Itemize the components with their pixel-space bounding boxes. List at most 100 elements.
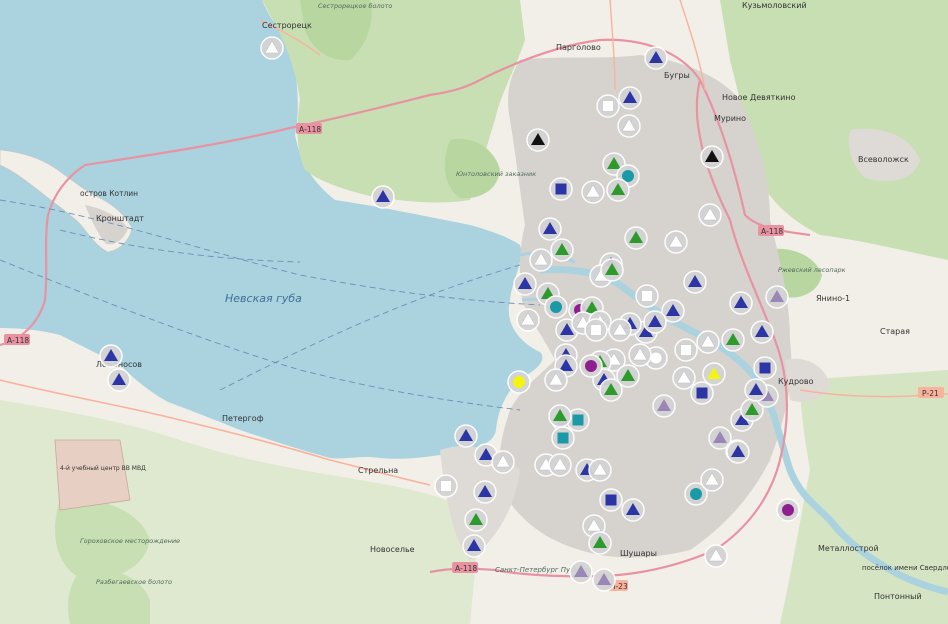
map-marker-white-triangle[interactable] xyxy=(581,180,605,204)
marker-circle-icon xyxy=(649,351,663,365)
place-label-kudrovo: Кудрово xyxy=(778,377,814,386)
road-shield-a118-east: А-118 xyxy=(758,225,784,236)
map-marker-navy-triangle[interactable] xyxy=(538,217,562,241)
marker-circle-icon xyxy=(550,301,562,313)
place-label-gorokhovskoye: Гороховское месторождение xyxy=(80,537,180,545)
map-marker-white-triangle[interactable] xyxy=(588,458,612,482)
marker-square-icon xyxy=(440,480,452,492)
marker-square-icon xyxy=(641,290,653,302)
map-marker-navy-triangle[interactable] xyxy=(107,368,131,392)
map-marker-white-triangle[interactable] xyxy=(548,453,572,477)
map-marker-navy-triangle[interactable] xyxy=(750,320,774,344)
marker-square-icon xyxy=(557,432,569,444)
road-shield-a118-west: А-118 xyxy=(4,334,30,345)
map-marker-green-triangle[interactable] xyxy=(588,531,612,555)
map-marker-navy-square[interactable] xyxy=(753,356,777,380)
place-label-kronshtadt: Кронштадт xyxy=(96,214,144,223)
map-marker-teal-circle[interactable] xyxy=(544,295,568,319)
map-marker-white-triangle[interactable] xyxy=(628,343,652,367)
place-label-sverdlova: посёлок имени Свердлова xyxy=(862,564,948,572)
place-label-pargolovo: Парголово xyxy=(556,43,601,52)
map-marker-white-triangle[interactable] xyxy=(516,308,540,332)
map-marker-white-triangle[interactable] xyxy=(544,368,568,392)
map-marker-white-triangle[interactable] xyxy=(608,318,632,342)
road-shield-r21: Р-21 xyxy=(918,387,944,398)
map-marker-navy-triangle[interactable] xyxy=(99,344,123,368)
map-marker-white-triangle[interactable] xyxy=(698,203,722,227)
map-marker-black-triangle[interactable] xyxy=(526,128,550,152)
map-marker-white-triangle[interactable] xyxy=(696,330,720,354)
map-marker-white-triangle[interactable] xyxy=(491,450,515,474)
map-marker-green-triangle[interactable] xyxy=(624,226,648,250)
map-marker-navy-square[interactable] xyxy=(690,381,714,405)
place-label-bugry: Бугры xyxy=(664,71,690,80)
map-marker-navy-triangle[interactable] xyxy=(643,310,667,334)
map-marker-purple-circle[interactable] xyxy=(579,354,603,378)
map-marker-lavender-triangle[interactable] xyxy=(592,568,616,592)
map-marker-lavender-triangle[interactable] xyxy=(765,285,789,309)
map-marker-navy-triangle[interactable] xyxy=(618,86,642,110)
svg-text:А-118: А-118 xyxy=(455,564,477,573)
place-label-kotlin-island: остров Котлин xyxy=(80,189,138,198)
map-marker-navy-triangle[interactable] xyxy=(462,534,486,558)
map-marker-lavender-triangle[interactable] xyxy=(652,394,676,418)
map-marker-white-triangle[interactable] xyxy=(260,36,284,60)
map-marker-white-square[interactable] xyxy=(434,474,458,498)
map-marker-white-triangle[interactable] xyxy=(672,366,696,390)
svg-text:А-118: А-118 xyxy=(299,125,321,134)
map-marker-white-triangle[interactable] xyxy=(617,114,641,138)
map-marker-green-triangle[interactable] xyxy=(721,328,745,352)
place-label-peterhof: Петергоф xyxy=(222,414,264,423)
map-marker-white-square[interactable] xyxy=(674,338,698,362)
map-marker-white-square[interactable] xyxy=(584,318,608,342)
place-label-training-center: 4-й учебный центр ВВ МВД xyxy=(60,465,146,472)
place-label-pontonny: Понтонный xyxy=(874,592,922,601)
svg-text:А-118: А-118 xyxy=(7,336,29,345)
map-marker-white-triangle[interactable] xyxy=(704,544,728,568)
map-canvas[interactable]: Невская губа Сестрорецк Парголово Бугры … xyxy=(0,0,948,624)
map-marker-navy-triangle[interactable] xyxy=(513,272,537,296)
map-marker-lavender-triangle[interactable] xyxy=(569,560,593,584)
map-marker-navy-triangle[interactable] xyxy=(454,424,478,448)
map-marker-navy-triangle[interactable] xyxy=(621,498,645,522)
map-marker-navy-triangle[interactable] xyxy=(729,291,753,315)
map-marker-green-triangle[interactable] xyxy=(600,258,624,282)
map-marker-white-square[interactable] xyxy=(635,284,659,308)
map-marker-navy-square[interactable] xyxy=(549,177,573,201)
map-marker-white-triangle[interactable] xyxy=(700,468,724,492)
map-marker-white-triangle[interactable] xyxy=(664,230,688,254)
map-marker-navy-triangle[interactable] xyxy=(371,185,395,209)
map-marker-purple-circle[interactable] xyxy=(776,498,800,522)
place-label-shushary: Шушары xyxy=(620,549,657,558)
map-marker-navy-triangle[interactable] xyxy=(644,46,668,70)
map-marker-green-triangle[interactable] xyxy=(599,378,623,402)
svg-text:Р-21: Р-21 xyxy=(922,389,939,398)
place-label-rzhevsky-forest-park: Ржевский лесопарк xyxy=(778,266,846,274)
marker-circle-icon xyxy=(513,376,525,388)
map-marker-navy-square[interactable] xyxy=(599,488,623,512)
map-marker-green-triangle[interactable] xyxy=(550,238,574,262)
map-marker-yellow-circle[interactable] xyxy=(507,370,531,394)
marker-square-icon xyxy=(759,362,771,374)
map-marker-green-triangle[interactable] xyxy=(548,404,572,428)
map-marker-green-triangle[interactable] xyxy=(464,508,488,532)
marker-square-icon xyxy=(605,494,617,506)
place-label-novoselye: Новоселье xyxy=(370,545,415,554)
place-label-yanino-1: Янино-1 xyxy=(816,294,850,303)
place-label-vsevolozhsk: Всеволожск xyxy=(858,155,909,164)
map-marker-yellow-triangle[interactable] xyxy=(702,362,726,386)
map-marker-white-square[interactable] xyxy=(596,94,620,118)
map-marker-navy-triangle[interactable] xyxy=(726,440,750,464)
map-marker-navy-triangle[interactable] xyxy=(683,270,707,294)
map-marker-white-triangle[interactable] xyxy=(529,248,553,272)
map-marker-teal-square[interactable] xyxy=(551,426,575,450)
map-marker-navy-triangle[interactable] xyxy=(473,480,497,504)
place-label-murino: Мурино xyxy=(714,114,746,123)
marker-circle-icon xyxy=(782,504,794,516)
map-marker-green-triangle[interactable] xyxy=(606,178,630,202)
place-label-metallostroy: Металлострой xyxy=(818,544,879,553)
marker-circle-icon xyxy=(690,488,702,500)
map-marker-black-triangle[interactable] xyxy=(700,145,724,169)
map-marker-navy-triangle[interactable] xyxy=(744,378,768,402)
marker-square-icon xyxy=(696,387,708,399)
